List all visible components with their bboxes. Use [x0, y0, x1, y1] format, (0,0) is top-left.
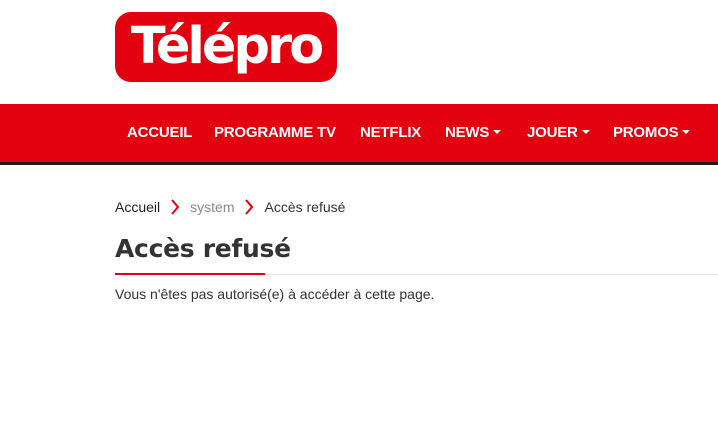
nav-item-jouer[interactable]: JOUER	[527, 104, 590, 162]
nav-item-netflix[interactable]: NETFLIX	[360, 104, 421, 162]
nav-item-news[interactable]: NEWS	[445, 104, 502, 162]
caret-down-icon	[682, 130, 691, 134]
nav-item-label: ACCUEIL	[127, 124, 193, 141]
chevron-right-icon	[160, 197, 190, 217]
breadcrumb-home-link[interactable]: Accueil	[115, 199, 160, 215]
caret-down-icon	[581, 130, 590, 134]
nav-item-promos[interactable]: PROMOS	[613, 104, 691, 162]
nav-item-label: NETFLIX	[360, 124, 422, 141]
breadcrumb: Accueil system Accès refusé	[115, 197, 345, 217]
breadcrumb-current: Accès refusé	[264, 199, 346, 215]
site-logo[interactable]: Télépro	[115, 12, 337, 82]
title-accent-divider	[115, 273, 265, 275]
breadcrumb-system: system	[190, 199, 235, 215]
nav-item-label: PROMOS	[613, 124, 679, 141]
nav-item-programme-tv[interactable]: PROGRAMME TV	[214, 104, 336, 162]
site-header: Télépro	[0, 0, 718, 104]
logo-text: Télépro	[130, 16, 324, 76]
caret-down-icon	[493, 130, 502, 134]
main-navigation: ACCUEIL PROGRAMME TV NETFLIX NEWS JOUER …	[0, 104, 718, 165]
nav-item-label: NEWS	[445, 124, 490, 141]
nav-item-accueil[interactable]: ACCUEIL	[127, 104, 192, 162]
nav-item-label: PROGRAMME TV	[214, 124, 336, 141]
chevron-right-icon	[234, 197, 264, 217]
access-denied-message: Vous n'êtes pas autorisé(e) à accéder à …	[115, 286, 435, 302]
nav-item-label: JOUER	[527, 124, 578, 141]
page-title: Accès refusé	[115, 234, 291, 263]
